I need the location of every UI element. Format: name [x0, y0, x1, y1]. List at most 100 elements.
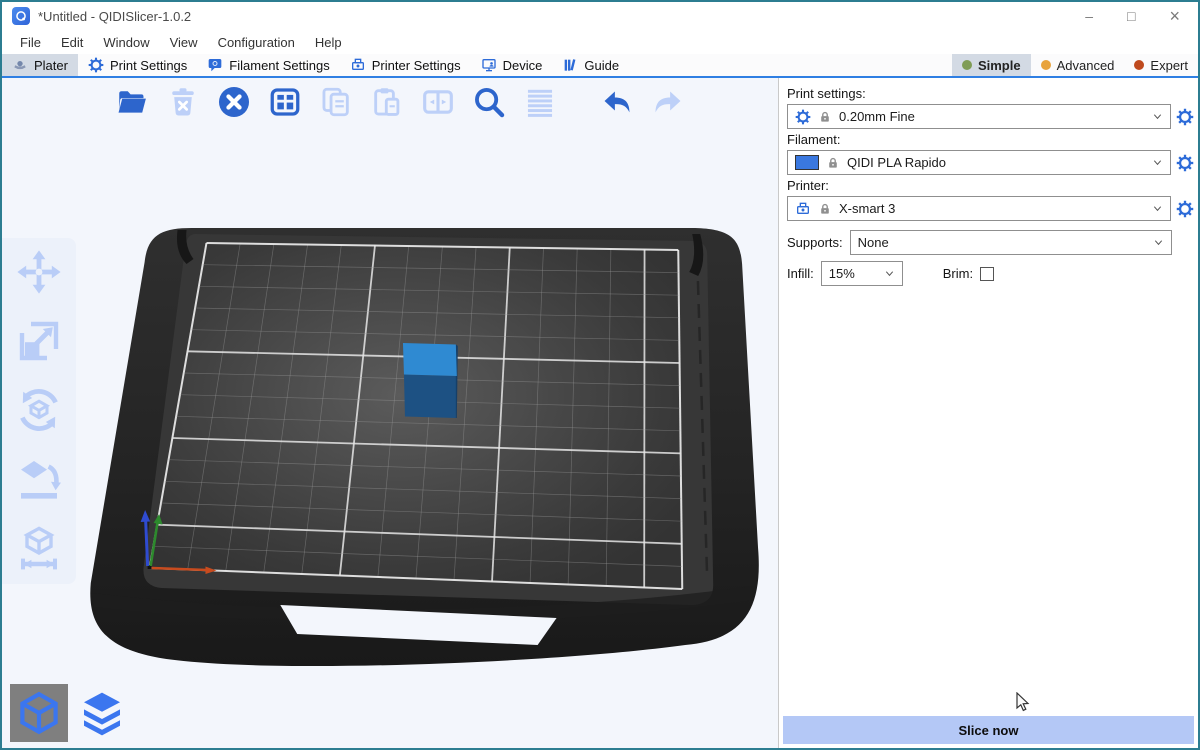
maximize-button[interactable]: □ [1127, 9, 1135, 23]
redo-icon [651, 85, 685, 119]
titlebar: *Untitled - QIDISlicer-1.0.2 – □ × [2, 2, 1198, 30]
rotate-tool-button[interactable] [15, 386, 63, 434]
device-icon [481, 57, 497, 73]
chevron-down-icon [1152, 203, 1163, 214]
tab-print-settings[interactable]: Print Settings [78, 54, 197, 76]
mode-advanced[interactable]: Advanced [1031, 54, 1125, 76]
mode-selector: Simple Advanced Expert [952, 54, 1198, 76]
circle-x-icon [217, 85, 251, 119]
slice-now-button[interactable]: Slice now [783, 716, 1194, 744]
trash-icon [166, 85, 200, 119]
infill-combo[interactable]: 15% [821, 261, 903, 286]
lock-icon [826, 156, 840, 170]
printer-icon [350, 57, 366, 73]
open-button[interactable] [112, 82, 152, 122]
folder-open-icon [115, 85, 149, 119]
gear-icon [795, 109, 811, 125]
copy-button[interactable] [316, 82, 356, 122]
paste-button[interactable] [367, 82, 407, 122]
undo-button[interactable] [597, 82, 637, 122]
layer-lines-icon [523, 85, 557, 119]
build-plate-scene [2, 78, 778, 748]
3d-viewport[interactable] [2, 78, 778, 748]
search-button[interactable] [469, 82, 509, 122]
expert-dot-icon [1134, 60, 1144, 70]
infill-label: Infill: [787, 266, 814, 281]
gear-icon [88, 57, 104, 73]
view-mode-buttons [10, 684, 131, 742]
tab-guide[interactable]: Guide [552, 54, 629, 76]
filament-gear-button[interactable] [1176, 154, 1194, 172]
undo-icon [600, 85, 634, 119]
supports-combo[interactable]: None [850, 230, 1172, 255]
printer-icon [795, 201, 811, 217]
copy-icon [319, 85, 353, 119]
mouse-cursor [1016, 692, 1030, 713]
paste-icon [370, 85, 404, 119]
lock-icon [818, 110, 832, 124]
brim-checkbox[interactable] [980, 267, 994, 281]
redo-button[interactable] [648, 82, 688, 122]
arrange-button[interactable] [265, 82, 305, 122]
chevron-down-icon [1153, 237, 1164, 248]
filament-color-swatch [795, 155, 819, 170]
menubar: File Edit Window View Configuration Help [2, 30, 1198, 54]
delete-all-button[interactable] [214, 82, 254, 122]
advanced-dot-icon [1041, 60, 1051, 70]
plater-toolbar [112, 82, 688, 122]
app-window: *Untitled - QIDISlicer-1.0.2 – □ × File … [0, 0, 1200, 750]
menu-configuration[interactable]: Configuration [208, 35, 305, 50]
print-settings-label: Print settings: [787, 86, 1194, 101]
object-manipulation-toolbar [2, 238, 76, 584]
guide-icon [562, 57, 578, 73]
variable-layer-height-button[interactable] [520, 82, 560, 122]
tab-filament-settings[interactable]: Filament Settings [197, 54, 339, 76]
mode-simple[interactable]: Simple [952, 54, 1031, 76]
print-settings-value: 0.20mm Fine [839, 109, 915, 124]
settings-panel: Print settings: 0.20mm Fine Filament: QI… [778, 78, 1198, 748]
tab-printer-settings[interactable]: Printer Settings [340, 54, 471, 76]
menu-edit[interactable]: Edit [51, 35, 93, 50]
print-settings-gear-button[interactable] [1176, 108, 1194, 126]
plater-icon [12, 57, 28, 73]
3d-editor-view-button[interactable] [10, 684, 68, 742]
filament-value: QIDI PLA Rapido [847, 155, 946, 170]
cube-3d-icon [15, 689, 63, 737]
search-icon [472, 85, 506, 119]
printer-gear-button[interactable] [1176, 200, 1194, 218]
menu-help[interactable]: Help [305, 35, 352, 50]
close-button[interactable]: × [1169, 7, 1180, 25]
lock-icon [818, 202, 832, 216]
menu-file[interactable]: File [10, 35, 51, 50]
mode-expert[interactable]: Expert [1124, 54, 1198, 76]
tab-plater[interactable]: Plater [2, 54, 78, 76]
printer-combo[interactable]: X-smart 3 [787, 196, 1171, 221]
window-title: *Untitled - QIDISlicer-1.0.2 [38, 9, 191, 24]
tab-device[interactable]: Device [471, 54, 553, 76]
split-icon [421, 85, 455, 119]
menu-view[interactable]: View [160, 35, 208, 50]
simple-dot-icon [962, 60, 972, 70]
delete-button[interactable] [163, 82, 203, 122]
scale-tool-button[interactable] [15, 317, 63, 365]
supports-value: None [858, 235, 889, 250]
model-cube [403, 343, 458, 418]
chevron-down-icon [1152, 157, 1163, 168]
menu-window[interactable]: Window [93, 35, 159, 50]
minimize-button[interactable]: – [1085, 9, 1093, 23]
tabbar: Plater Print Settings Filament Settings … [2, 54, 1198, 78]
filament-label: Filament: [787, 132, 1194, 147]
filament-combo[interactable]: QIDI PLA Rapido [787, 150, 1171, 175]
place-on-face-tool-button[interactable] [15, 455, 63, 503]
app-logo-icon [12, 7, 30, 25]
layers-icon [78, 689, 126, 737]
move-tool-button[interactable] [15, 248, 63, 296]
measure-tool-button[interactable] [15, 524, 63, 572]
print-settings-combo[interactable]: 0.20mm Fine [787, 104, 1171, 129]
printer-value: X-smart 3 [839, 201, 895, 216]
filament-icon [207, 57, 223, 73]
split-objects-button[interactable] [418, 82, 458, 122]
chevron-down-icon [1152, 111, 1163, 122]
sliced-preview-button[interactable] [73, 684, 131, 742]
chevron-down-icon [884, 268, 895, 279]
